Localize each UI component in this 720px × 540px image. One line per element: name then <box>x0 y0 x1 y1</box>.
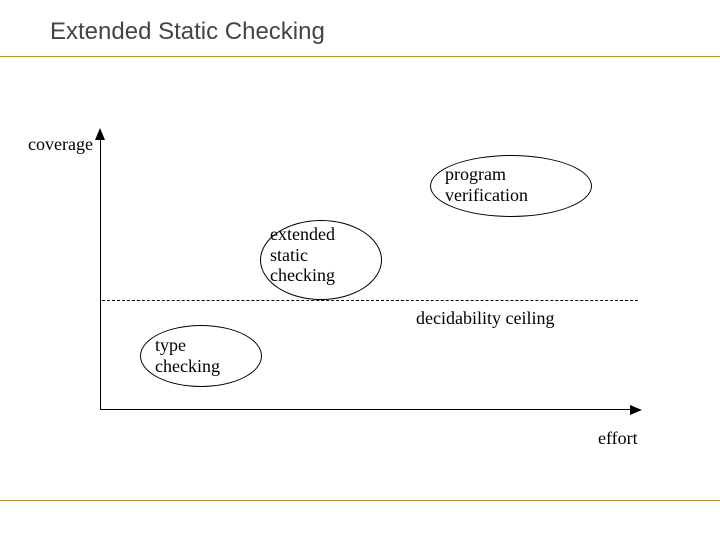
y-axis <box>100 130 101 410</box>
decidability-threshold-label: decidability ceiling <box>416 308 554 329</box>
x-axis <box>100 409 640 410</box>
divider-top <box>0 56 720 57</box>
node-program-verification <box>430 155 592 217</box>
slide-title: Extended Static Checking <box>50 18 325 46</box>
chart-area: coverage effort decidability ceiling typ… <box>100 130 640 410</box>
divider-bottom <box>0 500 720 501</box>
node-extended-static-checking <box>260 220 382 300</box>
node-type-checking <box>140 325 262 387</box>
arrow-right-icon <box>630 405 642 415</box>
arrow-up-icon <box>95 128 105 140</box>
y-axis-label: coverage <box>28 134 93 155</box>
x-axis-label: effort <box>598 428 638 449</box>
decidability-threshold-line <box>102 300 638 301</box>
